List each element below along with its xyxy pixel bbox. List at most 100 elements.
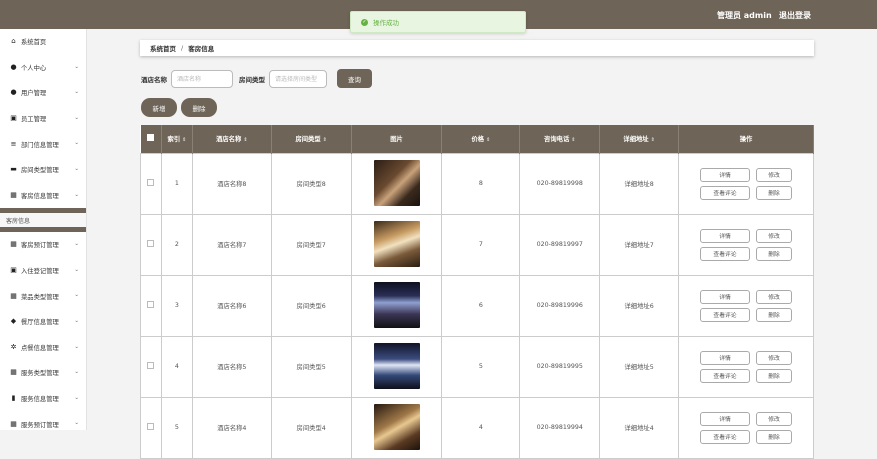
edit-button[interactable]: 修改: [756, 167, 792, 182]
cell-index: 3: [160, 274, 193, 337]
sidebar-item[interactable]: ≡ 部门信息管理 ⌄: [0, 131, 86, 157]
select-all-checkbox[interactable]: [140, 125, 162, 153]
column-header[interactable]: 房间类型 ⇕: [271, 125, 352, 153]
sidebar-item-label: 服务类型管理: [21, 370, 59, 378]
grid-icon: ▦: [10, 190, 17, 199]
sidebar-item[interactable]: ▦ 服务类型管理 ⌄: [0, 360, 86, 386]
cell-phone: 020-89819997: [519, 213, 601, 276]
sidebar-item[interactable]: ▮ 服务信息管理 ⌄: [0, 386, 86, 412]
cell-index: 2: [160, 213, 193, 276]
chevron-down-icon: ⌄: [74, 191, 79, 198]
cell-room-type: 房间类型4: [270, 396, 352, 459]
column-header[interactable]: 价格 ⇕: [441, 125, 521, 153]
row-checkbox[interactable]: [140, 335, 162, 398]
cell-index: 5: [160, 396, 193, 459]
cell-room-type: 房间类型6: [270, 274, 352, 337]
edit-button[interactable]: 修改: [756, 289, 792, 304]
view-reviews-button[interactable]: 查看评论: [700, 368, 750, 383]
delete-button[interactable]: 删除: [756, 307, 792, 322]
hotel-name-input[interactable]: 酒店名称: [171, 69, 233, 88]
table-row: 2 酒店名称7 房间类型7 7 020-89819997 详细地址7 详情 修改 查看评论 删除: [140, 213, 814, 276]
success-toast: ✓ 操作成功: [350, 11, 526, 33]
sidebar-item[interactable]: ● 用户管理 ⌄: [0, 80, 86, 106]
chevron-down-icon: ⌄: [74, 369, 79, 376]
sidebar-item[interactable]: ▣ 员工管理 ⌄: [0, 106, 86, 132]
cell-actions: 详情 修改 查看评论 删除: [678, 274, 814, 337]
sidebar-item[interactable]: ▬ 房间类型管理 ⌄: [0, 157, 86, 183]
row-checkbox[interactable]: [140, 396, 162, 459]
cell-address: 详细地址7: [599, 213, 680, 276]
view-reviews-button[interactable]: 查看评论: [700, 429, 750, 444]
edit-button[interactable]: 修改: [756, 411, 792, 426]
chevron-down-icon: ⌄: [74, 89, 79, 96]
row-checkbox[interactable]: [140, 213, 162, 276]
detail-button[interactable]: 详情: [700, 228, 750, 243]
sidebar-item[interactable]: ◆ 餐厅信息管理 ⌄: [0, 309, 86, 335]
sidebar: ⌂ 系统首页 ● 个人中心 ⌄ ● 用户管理 ⌄ ▣ 员工管理 ⌄ ≡ 部门信息管理 ⌄ ▬ 房间类型管理 ⌄ ▦…: [0, 29, 87, 430]
sidebar-item[interactable]: ⌂ 系统首页: [0, 29, 86, 55]
cell-address: 详细地址4: [599, 396, 680, 459]
column-header: 操作: [678, 125, 814, 153]
detail-button[interactable]: 详情: [700, 289, 750, 304]
toast-message: 操作成功: [373, 19, 399, 27]
detail-button[interactable]: 详情: [700, 411, 750, 426]
sidebar-item[interactable]: ▣ 入住登记管理 ⌄: [0, 258, 86, 284]
room-photo: [373, 159, 420, 206]
cell-image: [350, 213, 443, 276]
delete-button[interactable]: 删除: [756, 246, 792, 261]
cell-phone: 020-89819996: [519, 274, 601, 337]
cell-hotel-name: 酒店名称6: [191, 274, 272, 337]
admin-label: 管理员 admin: [717, 11, 772, 20]
view-reviews-button[interactable]: 查看评论: [700, 246, 750, 261]
sidebar-item-label: 客房信息管理: [21, 192, 59, 200]
delete-button[interactable]: 删除: [756, 185, 792, 200]
chevron-down-icon: ⌄: [74, 140, 79, 147]
sidebar-item[interactable]: ▦ 服务预订管理 ⌄: [0, 411, 86, 437]
cell-address: 详细地址5: [599, 335, 680, 398]
chart-icon: ▮: [11, 394, 16, 403]
cell-price: 4: [441, 396, 521, 459]
cell-image: [350, 396, 443, 459]
chevron-down-icon: ⌄: [74, 394, 79, 401]
view-reviews-button[interactable]: 查看评论: [700, 185, 750, 200]
chevron-down-icon: ⌄: [74, 165, 79, 172]
cell-address: 详细地址6: [599, 274, 680, 337]
breadcrumb-separator: /: [181, 44, 184, 52]
detail-button[interactable]: 详情: [700, 350, 750, 365]
sidebar-item[interactable]: ✲ 点餐信息管理 ⌄: [0, 335, 86, 361]
chevron-down-icon: ⌄: [74, 292, 79, 299]
sidebar-item-label: 餐厅信息管理: [21, 319, 59, 327]
query-button[interactable]: 查询: [337, 69, 372, 88]
sidebar-item[interactable]: ● 个人中心 ⌄: [0, 55, 86, 81]
batch-delete-button[interactable]: 删除: [181, 98, 217, 117]
edit-button[interactable]: 修改: [756, 350, 792, 365]
column-header[interactable]: 详细地址 ⇕: [599, 125, 680, 153]
add-button[interactable]: 新增: [141, 98, 177, 117]
row-checkbox[interactable]: [140, 152, 162, 215]
view-reviews-button[interactable]: 查看评论: [700, 307, 750, 322]
sidebar-item[interactable]: ▦ 客房信息管理 ⌄: [0, 183, 86, 209]
sort-icon: ⇕: [182, 137, 187, 144]
cell-phone: 020-89819998: [519, 152, 601, 215]
sidebar-item[interactable]: ▦ 客房预订管理 ⌄: [0, 232, 86, 258]
column-header[interactable]: 咨询电话 ⇕: [519, 125, 601, 153]
row-checkbox[interactable]: [140, 274, 162, 337]
detail-button[interactable]: 详情: [700, 167, 750, 182]
sidebar-item[interactable]: ▦ 菜品类型管理 ⌄: [0, 283, 86, 309]
logout-link[interactable]: 退出登录: [779, 10, 811, 21]
settings-icon: ✲: [10, 342, 17, 351]
edit-button[interactable]: 修改: [756, 228, 792, 243]
clipboard-icon: ▣: [10, 114, 17, 123]
list-icon: ≡: [10, 139, 17, 148]
cell-image: [350, 335, 443, 398]
cell-room-type: 房间类型7: [270, 213, 352, 276]
column-header[interactable]: 酒店名称 ⇕: [192, 125, 272, 153]
chevron-down-icon: ⌄: [74, 241, 79, 248]
delete-button[interactable]: 删除: [756, 368, 792, 383]
breadcrumb-home[interactable]: 系统首页: [150, 43, 176, 53]
delete-button[interactable]: 删除: [756, 429, 792, 444]
column-header[interactable]: 索引 ⇕: [161, 125, 193, 153]
submenu-item-room-info[interactable]: 客房信息: [0, 213, 86, 228]
room-type-select[interactable]: 请选择房间类型: [269, 69, 327, 88]
chevron-down-icon: ⌄: [74, 343, 79, 350]
